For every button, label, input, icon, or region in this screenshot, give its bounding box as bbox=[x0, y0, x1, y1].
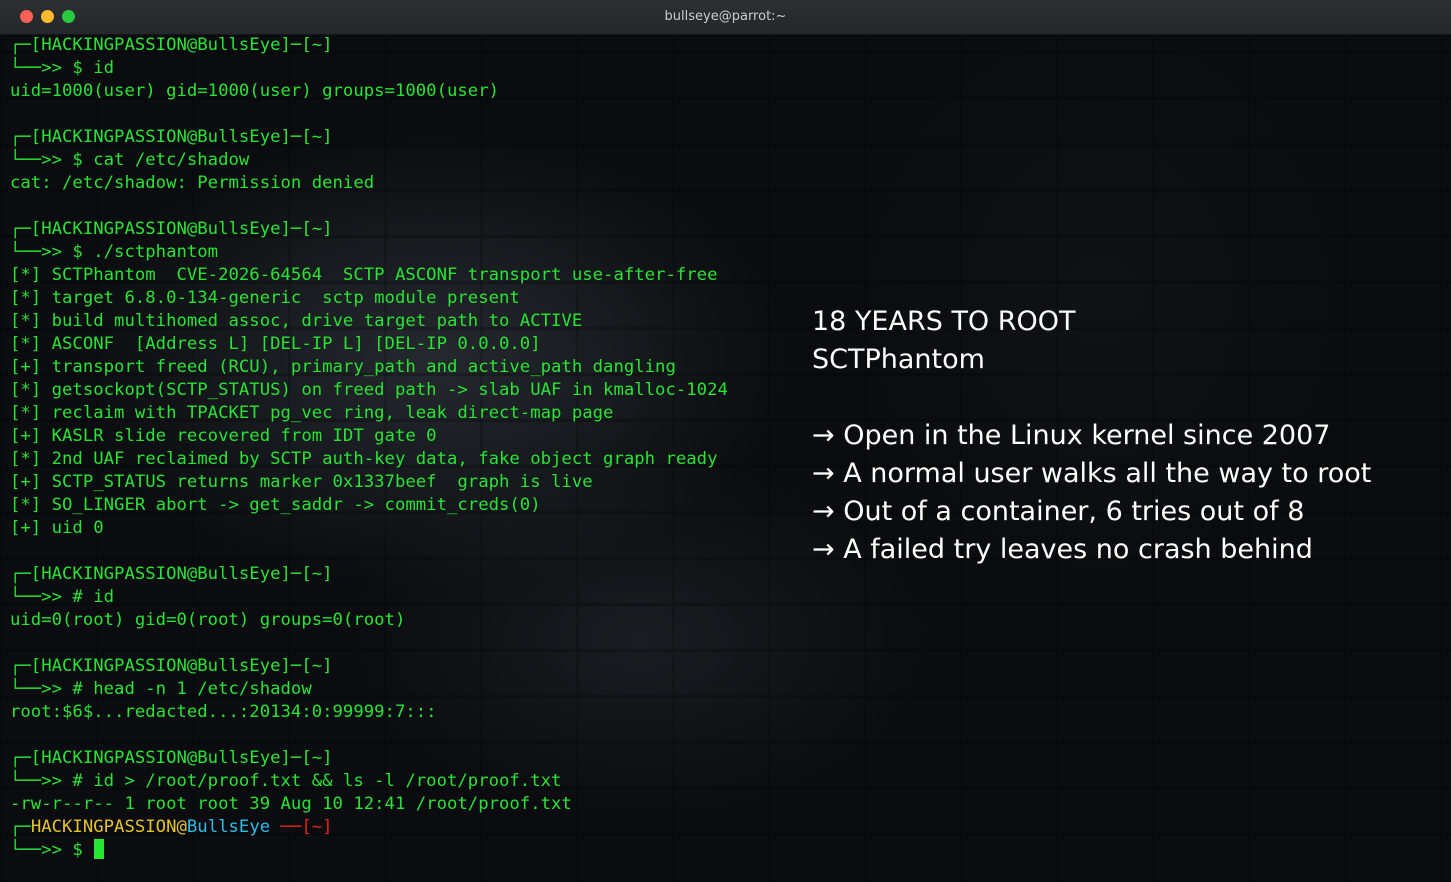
prompt-line: ┌─[HACKINGPASSION@BullsEye]─[~] bbox=[10, 127, 333, 147]
output-line: -rw-r--r-- 1 root root 39 Aug 10 12:41 /… bbox=[10, 794, 572, 814]
live-prompt-line: ┌─HACKINGPASSION@BullsEye ──[~] bbox=[10, 816, 800, 839]
prompt-user: HACKINGPASSION bbox=[30, 817, 177, 837]
command-line: └──>> # id > /root/proof.txt && ls -l /r… bbox=[10, 771, 562, 791]
prompt-separator: ── bbox=[270, 817, 302, 837]
text-cursor bbox=[94, 839, 105, 859]
output-line: [*] ASCONF [Address L] [DEL-IP L] [DEL-I… bbox=[10, 334, 541, 354]
overlay-bullet: → Open in the Linux kernel since 2007 bbox=[812, 420, 1331, 451]
prompt-line: ┌─[HACKINGPASSION@BullsEye]─[~] bbox=[10, 219, 333, 239]
prompt-cwd: [~] bbox=[301, 817, 333, 837]
output-line: [*] reclaim with TPACKET pg_vec ring, le… bbox=[10, 403, 614, 423]
terminal-window: bullseye@parrot:~ ┌─[HACKINGPASSION@Bull… bbox=[0, 0, 1451, 882]
prompt-corner: ┌─ bbox=[10, 817, 31, 837]
prompt-at: @ bbox=[176, 817, 187, 837]
output-line: [*] SCTPhantom CVE-2026-64564 SCTP ASCON… bbox=[10, 265, 718, 285]
input-prefix: └──>> $ bbox=[10, 840, 94, 860]
output-line: [*] SO_LINGER abort -> get_saddr -> comm… bbox=[10, 495, 541, 515]
output-line: [+] uid 0 bbox=[10, 518, 104, 538]
output-line: [+] KASLR slide recovered from IDT gate … bbox=[10, 426, 437, 446]
overlay-bullet: → A failed try leaves no crash behind bbox=[812, 534, 1313, 565]
command-line: └──>> $ ./sctphantom bbox=[10, 242, 219, 262]
title-bar[interactable]: bullseye@parrot:~ bbox=[0, 0, 1451, 35]
command-line: └──>> $ cat /etc/shadow bbox=[10, 150, 250, 170]
command-line: └──>> # head -n 1 /etc/shadow bbox=[10, 679, 312, 699]
output-line: [*] build multihomed assoc, drive target… bbox=[10, 311, 583, 331]
command-line: └──>> # id bbox=[10, 587, 115, 607]
caption-overlay: 18 YEARS TO ROOT SCTPhantom → Open in th… bbox=[812, 303, 1432, 569]
output-line: [*] target 6.8.0-134-generic sctp module… bbox=[10, 288, 520, 308]
prompt-line: ┌─[HACKINGPASSION@BullsEye]─[~] bbox=[10, 564, 333, 584]
prompt-line: ┌─[HACKINGPASSION@BullsEye]─[~] bbox=[10, 748, 333, 768]
window-title: bullseye@parrot:~ bbox=[664, 9, 787, 24]
overlay-bullet: → A normal user walks all the way to roo… bbox=[812, 458, 1372, 489]
output-line: [+] transport freed (RCU), primary_path … bbox=[10, 357, 676, 377]
output-line: [+] SCTP_STATUS returns marker 0x1337bee… bbox=[10, 472, 593, 492]
prompt-host: BullsEye bbox=[186, 817, 271, 837]
input-line[interactable]: └──>> $ bbox=[10, 839, 800, 862]
output-line: root:$6$...redacted...:20134:0:99999:7::… bbox=[10, 702, 437, 722]
output-line: uid=0(root) gid=0(root) groups=0(root) bbox=[10, 610, 406, 630]
output-line: [*] 2nd UAF reclaimed by SCTP auth-key d… bbox=[10, 449, 718, 469]
output-line: [*] getsockopt(SCTP_STATUS) on freed pat… bbox=[10, 380, 728, 400]
terminal-output[interactable]: ┌─[HACKINGPASSION@BullsEye]─[~] └──>> $ i… bbox=[10, 34, 800, 862]
output-line: uid=1000(user) gid=1000(user) groups=100… bbox=[10, 81, 499, 101]
overlay-bullet: → Out of a container, 6 tries out of 8 bbox=[812, 496, 1305, 527]
overlay-subtitle: SCTPhantom bbox=[812, 344, 985, 375]
prompt-line: ┌─[HACKINGPASSION@BullsEye]─[~] bbox=[10, 656, 333, 676]
overlay-title: 18 YEARS TO ROOT bbox=[812, 306, 1076, 337]
prompt-line: ┌─[HACKINGPASSION@BullsEye]─[~] bbox=[10, 35, 333, 55]
output-line: cat: /etc/shadow: Permission denied bbox=[10, 173, 375, 193]
command-line: └──>> $ id bbox=[10, 58, 115, 78]
